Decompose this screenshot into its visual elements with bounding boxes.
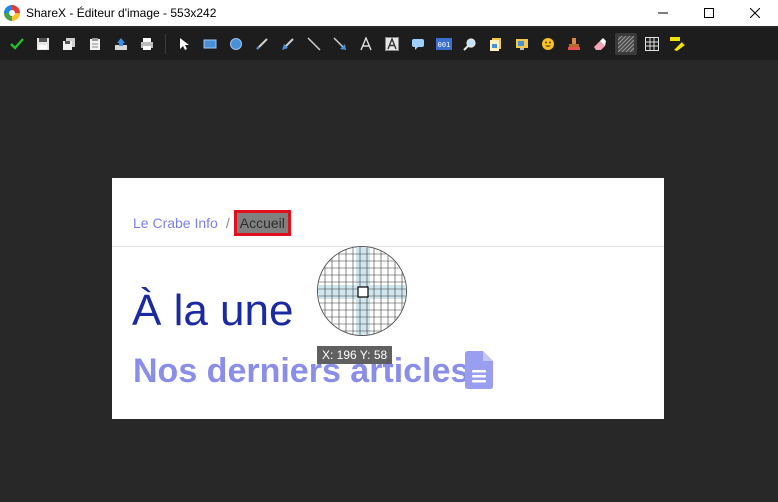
step-number-tool-button[interactable]: 001 <box>433 33 455 55</box>
breadcrumb: Le Crabe Info / Accueil <box>133 210 291 236</box>
confirm-button[interactable] <box>6 33 28 55</box>
upload-button[interactable] <box>110 33 132 55</box>
save-as-icon <box>63 38 75 50</box>
close-icon <box>750 8 760 18</box>
minimize-button[interactable] <box>640 0 686 26</box>
arrow-icon <box>333 37 346 50</box>
text-outline-icon <box>360 37 372 51</box>
section-subheadline: Nos derniers articles <box>133 352 470 390</box>
maximize-button[interactable] <box>686 0 732 26</box>
save-as-button[interactable] <box>58 33 80 55</box>
text-background-tool-button[interactable] <box>381 33 403 55</box>
select-tool-button[interactable] <box>173 33 195 55</box>
save-button[interactable] <box>32 33 54 55</box>
magnify-tool-button[interactable] <box>459 33 481 55</box>
cursor-sticker-tool-button[interactable] <box>563 33 585 55</box>
highlighted-rectangle-annotation[interactable]: Accueil <box>233 210 291 236</box>
image-file-tool-button[interactable] <box>485 33 507 55</box>
ellipse-icon <box>230 38 242 50</box>
blur-tool-button[interactable] <box>615 33 637 55</box>
text-background-icon <box>385 37 399 51</box>
highlight-tool-button[interactable] <box>667 33 689 55</box>
window-title: ShareX - Éditeur d'image - 553x242 <box>26 6 217 20</box>
close-button[interactable] <box>732 0 778 26</box>
rectangle-tool-button[interactable] <box>199 33 221 55</box>
image-screen-icon <box>516 39 528 50</box>
print-button[interactable] <box>136 33 158 55</box>
select-cursor-icon <box>180 38 189 50</box>
speech-balloon-icon <box>412 39 424 50</box>
window-controls <box>640 0 778 26</box>
pixelate-icon <box>645 37 659 51</box>
maximize-icon <box>704 8 714 18</box>
cursor-sticker-icon <box>568 38 580 50</box>
sharex-logo-icon <box>4 5 20 21</box>
freehand-icon <box>256 38 268 50</box>
step-number-icon: 001 <box>436 38 452 50</box>
rectangle-icon <box>203 39 217 49</box>
freehand-arrow-icon <box>282 38 294 50</box>
blur-icon <box>618 36 634 52</box>
image-screen-tool-button[interactable] <box>511 33 533 55</box>
text-outline-tool-button[interactable] <box>355 33 377 55</box>
minimize-icon <box>658 12 668 14</box>
freehand-tool-button[interactable] <box>251 33 273 55</box>
title-bar: ShareX - Éditeur d'image - 553x242 <box>0 0 778 26</box>
toolbar-separator <box>165 34 166 54</box>
ellipse-tool-button[interactable] <box>225 33 247 55</box>
eraser-icon <box>594 38 606 50</box>
pixelate-tool-button[interactable] <box>641 33 663 55</box>
speech-balloon-tool-button[interactable] <box>407 33 429 55</box>
breadcrumb-home-link: Le Crabe Info <box>133 215 218 231</box>
editor-toolbar: 001 <box>0 28 778 60</box>
line-icon <box>307 37 321 51</box>
save-icon <box>37 38 49 50</box>
magnifier-loupe <box>317 246 407 336</box>
page-headline: À la une <box>132 286 294 335</box>
highlight-icon <box>670 37 686 51</box>
image-file-icon <box>490 38 501 51</box>
magnify-icon <box>463 38 476 51</box>
document-icon <box>465 351 493 389</box>
svg-text:001: 001 <box>438 41 451 49</box>
copy-button[interactable] <box>84 33 106 55</box>
eraser-tool-button[interactable] <box>589 33 611 55</box>
clipboard-icon <box>90 38 100 50</box>
content-divider <box>112 246 664 247</box>
magnifier-grid <box>318 247 406 335</box>
line-tool-button[interactable] <box>303 33 325 55</box>
emoji-tool-button[interactable] <box>537 33 559 55</box>
freehand-arrow-tool-button[interactable] <box>277 33 299 55</box>
print-icon <box>141 38 153 50</box>
breadcrumb-separator: / <box>225 215 230 231</box>
upload-icon <box>115 38 127 50</box>
emoji-icon <box>542 38 554 50</box>
cursor-coordinates: X: 196 Y: 58 <box>317 346 393 364</box>
confirm-icon <box>10 38 24 50</box>
sharex-image-editor-window: ShareX - Éditeur d'image - 553x242 001 L… <box>0 0 778 502</box>
arrow-tool-button[interactable] <box>329 33 351 55</box>
